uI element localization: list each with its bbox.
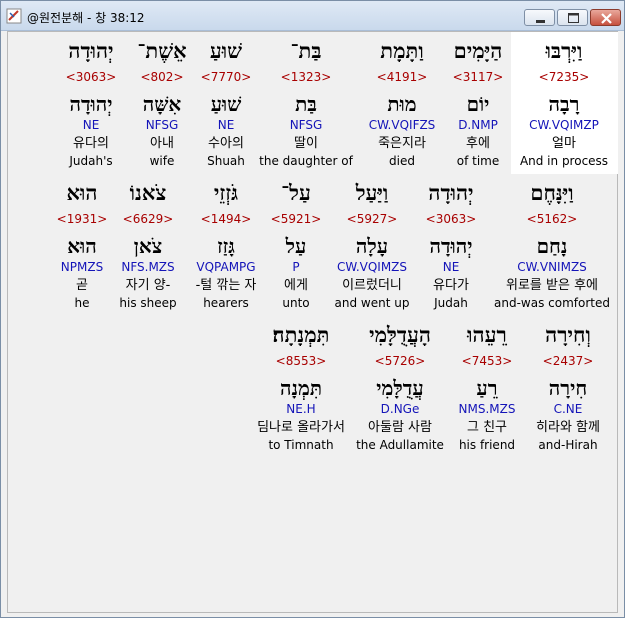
interlinear-panel: וַיִּרְבּוּ <7235> רָבָה CW.VQIMZP 얼마 And in … <box>7 31 618 613</box>
main-window: @원전분해 - 창 38:12 וַיִּרְבּוּ <7235> רָבָה CW… <box>0 0 625 618</box>
morphology-code: NE.H <box>286 402 316 416</box>
english-gloss: Judah's <box>69 154 113 168</box>
hebrew-word: יְהוּדָה <box>68 38 114 63</box>
strong-number[interactable]: <1931> <box>17 210 147 228</box>
title-bar[interactable]: @원전분해 - 창 38:12 <box>1 1 624 31</box>
korean-gloss: 곧 <box>76 278 88 293</box>
strong-number[interactable]: <8553> <box>236 352 366 370</box>
lexical-form: תִּמְנָה <box>279 376 323 400</box>
korean-gloss: 유다의 <box>73 136 109 151</box>
morphology-code: NE <box>82 118 100 132</box>
app-icon <box>6 8 22 24</box>
hebrew-word: הוּא <box>66 180 98 205</box>
word-block[interactable]: תִּמְנָתָה׃ <8553> תִּמְנָה NE.H 딤나로 올라가서 to … <box>236 322 366 453</box>
minimize-icon <box>536 20 545 23</box>
hebrew-word: תִּמְנָתָה׃ <box>272 322 330 347</box>
close-icon <box>601 13 612 24</box>
english-gloss: he <box>74 296 90 310</box>
minimize-button[interactable] <box>524 9 555 26</box>
korean-gloss: 딤나로 올라가서 <box>257 420 345 435</box>
strong-number[interactable]: <3063> <box>26 68 156 86</box>
close-button[interactable] <box>590 9 621 26</box>
lexical-form: הוּא <box>67 234 97 258</box>
morphology-code: NPMZS <box>60 260 104 274</box>
word-block[interactable]: יְהוּדָה <3063> יְהוּדָה NE 유다의 Judah's <box>26 38 156 169</box>
window-title: @원전분해 - 창 38:12 <box>27 11 145 25</box>
lexical-form: יְהוּדָה <box>69 92 113 116</box>
maximize-icon <box>568 13 579 23</box>
english-gloss: to Timnath <box>268 438 334 452</box>
maximize-button[interactable] <box>557 9 588 26</box>
word-block[interactable]: הוּא <1931> הוּא NPMZS 곧 he <box>17 180 147 311</box>
